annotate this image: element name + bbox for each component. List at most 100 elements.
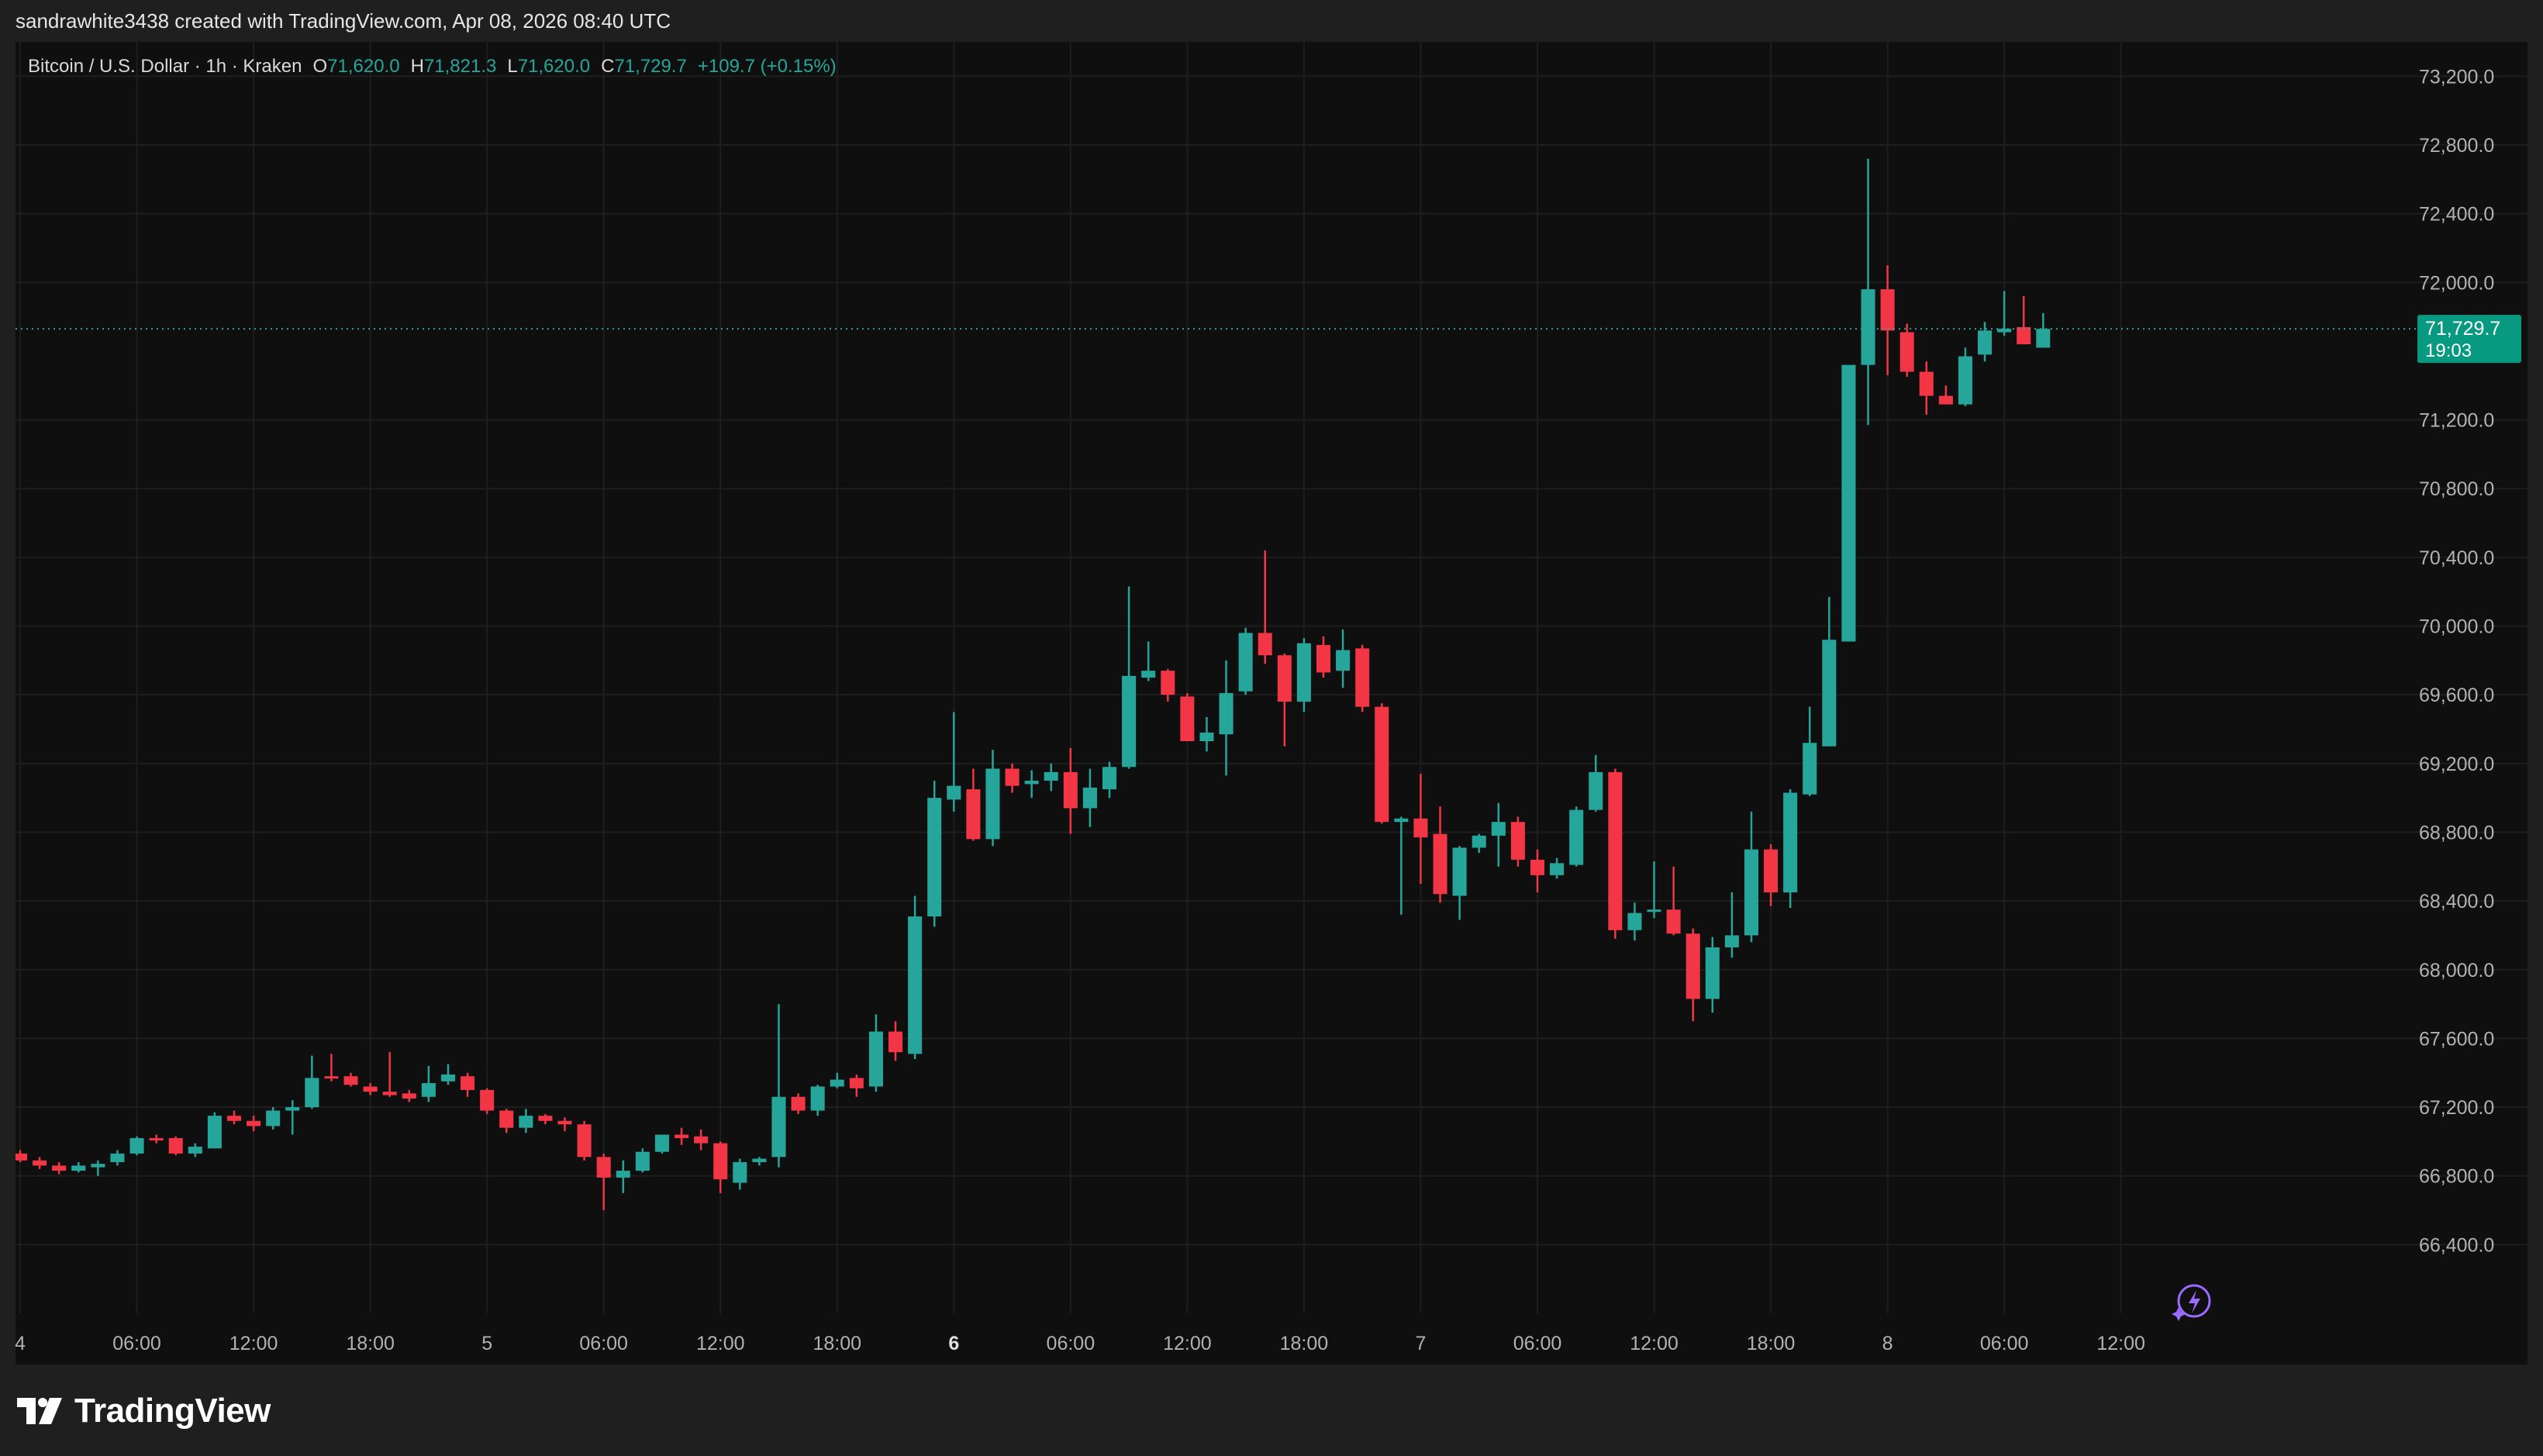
candle-body-down[interactable] xyxy=(382,1092,397,1095)
candle-body-up[interactable] xyxy=(285,1107,300,1111)
candle-body-up[interactable] xyxy=(1199,732,1214,741)
candle-body-down[interactable] xyxy=(1316,644,1331,673)
candle-body-up[interactable] xyxy=(1861,289,1875,365)
candle-body-up[interactable] xyxy=(1296,643,1311,702)
candle-body-down[interactable] xyxy=(1277,655,1292,702)
candle-body-up[interactable] xyxy=(188,1147,202,1154)
candle-body-up[interactable] xyxy=(1822,640,1837,747)
candle-body-down[interactable] xyxy=(52,1165,67,1171)
chart-pane[interactable]: 66,400.0 66,800.0 67,200.0 67,600.0 68,000.0… xyxy=(16,42,2527,1365)
candle-body-up[interactable] xyxy=(91,1164,105,1168)
candle-body-up[interactable] xyxy=(733,1161,747,1183)
candle-body-up[interactable] xyxy=(1122,675,1137,768)
candle-body-down[interactable] xyxy=(1880,289,1895,331)
candle-body-up[interactable] xyxy=(985,768,1000,840)
candle-body-up[interactable] xyxy=(1841,364,1856,642)
candle-body-down[interactable] xyxy=(713,1143,728,1180)
candle-body-up[interactable] xyxy=(305,1078,319,1108)
candle-body-up[interactable] xyxy=(1394,818,1409,823)
candle-body-down[interactable] xyxy=(226,1116,242,1121)
candle-body-down[interactable] xyxy=(1005,768,1020,786)
candle-body-down[interactable] xyxy=(480,1089,495,1111)
candle-body-down[interactable] xyxy=(538,1116,553,1121)
candle-body-up[interactable] xyxy=(752,1158,767,1162)
candle-body-up[interactable] xyxy=(1569,809,1584,865)
candle-body-down[interactable] xyxy=(557,1120,572,1125)
candle-body-down[interactable] xyxy=(324,1076,339,1079)
candle-body-down[interactable] xyxy=(402,1093,416,1099)
candle-body-up[interactable] xyxy=(1783,792,1798,893)
candle-body-up[interactable] xyxy=(830,1079,844,1087)
candle-body-up[interactable] xyxy=(1724,935,1739,947)
candle-body-down[interactable] xyxy=(1510,822,1525,860)
candle-body-down[interactable] xyxy=(1375,706,1389,823)
candle-body-up[interactable] xyxy=(207,1116,222,1149)
candle-body-up[interactable] xyxy=(1803,743,1817,795)
candle-body-down[interactable] xyxy=(363,1086,378,1092)
candle-body-up[interactable] xyxy=(868,1031,883,1087)
candle-body-up[interactable] xyxy=(1978,330,1993,355)
candle-body-up[interactable] xyxy=(1044,771,1058,781)
candle-body-up[interactable] xyxy=(1550,863,1565,875)
candle-body-down[interactable] xyxy=(1764,849,1779,893)
candle-body-up[interactable] xyxy=(1336,650,1351,671)
candle-body-up[interactable] xyxy=(1744,849,1758,936)
candle-body-down[interactable] xyxy=(791,1096,806,1111)
candle-body-down[interactable] xyxy=(1355,648,1370,707)
candle-body-down[interactable] xyxy=(1433,833,1447,895)
candle-body-down[interactable] xyxy=(247,1120,261,1127)
candle-body-up[interactable] xyxy=(440,1074,455,1082)
tradingview-logo[interactable]: TradingView xyxy=(17,1388,271,1434)
candle-body-up[interactable] xyxy=(1452,847,1467,896)
candle-body-up[interactable] xyxy=(110,1153,125,1162)
candle-body-down[interactable] xyxy=(849,1078,864,1089)
candle-body-down[interactable] xyxy=(1899,332,1914,372)
candle-body-down[interactable] xyxy=(1919,371,1934,396)
candle-body-down[interactable] xyxy=(499,1110,514,1128)
candlestick-chart[interactable]: 66,400.0 66,800.0 67,200.0 67,600.0 68,000.0… xyxy=(16,42,2527,1365)
candle-body-up[interactable] xyxy=(1219,692,1234,735)
candle-body-up[interactable] xyxy=(2036,329,2051,348)
candle-body-up[interactable] xyxy=(654,1134,669,1152)
candle-body-up[interactable] xyxy=(519,1116,533,1128)
candle-body-down[interactable] xyxy=(1180,696,1195,741)
candle-body-up[interactable] xyxy=(635,1151,650,1171)
candle-body-up[interactable] xyxy=(927,798,942,917)
candle-body-up[interactable] xyxy=(1472,835,1486,848)
candle-body-down[interactable] xyxy=(888,1031,903,1053)
candle-body-down[interactable] xyxy=(675,1134,689,1138)
candle-body-down[interactable] xyxy=(1258,633,1272,656)
candle-body-up[interactable] xyxy=(908,916,923,1054)
candle-body-up[interactable] xyxy=(1082,787,1097,809)
symbol-title[interactable]: Bitcoin / U.S. Dollar · 1h · Kraken xyxy=(28,56,302,78)
candle-body-down[interactable] xyxy=(1686,933,1700,999)
candle-body-down[interactable] xyxy=(1666,909,1681,934)
candle-body-up[interactable] xyxy=(1589,771,1603,810)
candle-body-down[interactable] xyxy=(16,1153,28,1161)
candle-body-up[interactable] xyxy=(71,1165,86,1171)
candle-body-up[interactable] xyxy=(616,1171,630,1178)
candle-body-up[interactable] xyxy=(1102,767,1117,790)
candle-body-down[interactable] xyxy=(1413,818,1428,838)
candle-body-down[interactable] xyxy=(1063,771,1078,809)
candle-body-down[interactable] xyxy=(1161,671,1175,695)
candle-body-down[interactable] xyxy=(577,1124,592,1158)
candle-body-down[interactable] xyxy=(461,1076,475,1090)
candle-body-up[interactable] xyxy=(266,1110,281,1127)
candle-body-up[interactable] xyxy=(129,1137,144,1154)
candle-body-down[interactable] xyxy=(2017,326,2031,345)
candle-body-up[interactable] xyxy=(1141,671,1156,678)
candle-body-up[interactable] xyxy=(1491,822,1506,836)
candle-body-up[interactable] xyxy=(947,785,961,800)
candle-body-down[interactable] xyxy=(1608,771,1623,930)
candle-body-up[interactable] xyxy=(1024,780,1039,785)
candle-body-down[interactable] xyxy=(343,1076,358,1085)
candle-body-up[interactable] xyxy=(1997,329,2012,333)
candle-body-down[interactable] xyxy=(1938,395,1953,405)
candle-body-up[interactable] xyxy=(810,1086,825,1111)
candle-body-down[interactable] xyxy=(596,1157,611,1178)
candle-body-down[interactable] xyxy=(1530,859,1545,875)
candle-body-up[interactable] xyxy=(1705,947,1720,999)
candle-body-down[interactable] xyxy=(168,1137,183,1154)
candle-body-down[interactable] xyxy=(33,1160,47,1166)
